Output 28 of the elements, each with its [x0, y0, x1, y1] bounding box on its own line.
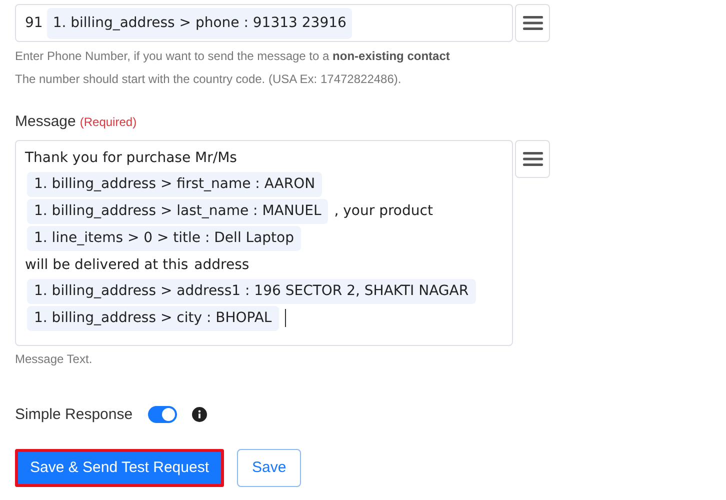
field-token: 1. billing_address > first_name : AARON — [27, 172, 322, 196]
field-token: 1. billing_address > address1 : 196 SECTOR 2, SHAKTI NAGAR — [27, 278, 476, 304]
phone-token: 1. billing_address > phone : 91313 23916 — [46, 8, 352, 38]
hint-text: Enter Phone Number, if you want to send the message to a non-existing contact — [15, 48, 451, 65]
menu-button[interactable] — [515, 4, 550, 42]
field-token: 1. line_items > 0 > title : Dell Laptop — [27, 226, 301, 250]
message-text: will be delivered at this — [25, 256, 188, 272]
message-hint: Message Text. — [15, 350, 94, 368]
save-button[interactable]: Save — [237, 449, 302, 487]
menu-button[interactable] — [515, 140, 550, 178]
field-token: 1. billing_address > city : BHOPAL — [27, 306, 279, 330]
phone-field[interactable]: 91 1. billing_address > phone : 91313 23916 — [15, 4, 513, 42]
menu-icon — [522, 150, 542, 166]
text-cursor — [284, 309, 286, 327]
required-label: (Required) — [80, 114, 137, 131]
message-text: , your product — [334, 202, 433, 219]
simple-response-label: Simple Response — [15, 404, 133, 424]
message-field[interactable] — [15, 140, 513, 346]
toggle-switch[interactable] — [148, 406, 177, 424]
phone-prefix: 91 — [25, 14, 43, 32]
save-and-send-button[interactable]: Save & Send Test Request — [15, 449, 224, 487]
message-text: address — [194, 256, 250, 272]
message-label: Message — [15, 112, 76, 132]
info-icon — [192, 407, 207, 422]
field-token: 1. billing_address > last_name : MANUEL — [27, 198, 328, 224]
hint-text: The number should start with the country code. (USA Ex: 17472822486). — [15, 71, 402, 88]
menu-icon — [522, 15, 542, 31]
message-text: Thank you for purchase Mr/Ms — [25, 150, 237, 166]
